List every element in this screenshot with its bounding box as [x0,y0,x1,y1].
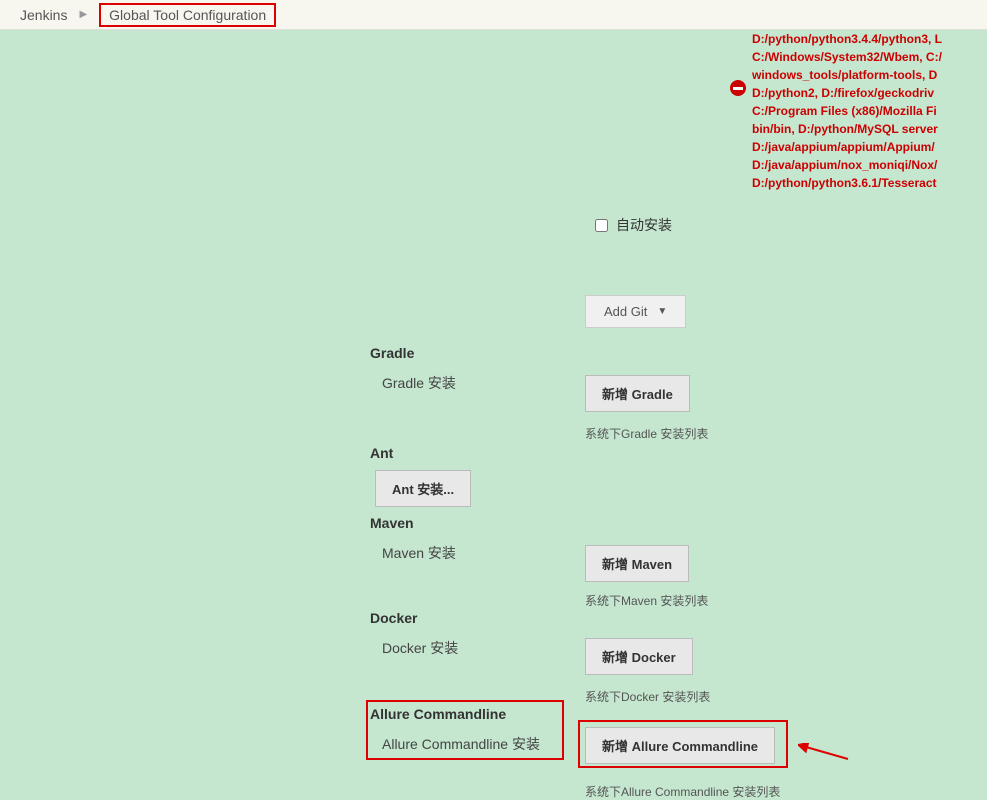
add-maven-button[interactable]: 新增 Maven [585,545,689,582]
docker-desc: 系统下Docker 安装列表 [585,688,710,705]
gradle-btn-row: 新增 Gradle [585,375,690,412]
maven-title: Maven [370,515,456,531]
add-git-button[interactable]: Add Git ▼ [585,295,686,328]
annotation-arrow-icon [798,743,853,766]
annotation-box-allure-title [366,700,564,760]
breadcrumb-current[interactable]: Global Tool Configuration [109,7,266,23]
docker-sub: Docker 安装 [370,638,458,658]
error-content: D:/python/python3.4.4/python3, L C:/Wind… [752,32,942,190]
gradle-desc: 系统下Gradle 安装列表 [585,425,708,442]
auto-install-label: 自动安装 [616,215,672,235]
allure-desc: 系统下Allure Commandline 安装列表 [585,783,780,800]
docker-title: Docker [370,610,458,626]
path-error-text: D:/python/python3.4.4/python3, L C:/Wind… [752,30,987,192]
breadcrumb-current-highlight: Global Tool Configuration [99,3,276,27]
auto-install-checkbox[interactable] [595,219,608,232]
breadcrumb-home[interactable]: Jenkins [20,7,67,23]
annotation-box-allure-button [578,720,788,768]
add-git-label: Add Git [604,304,647,319]
docker-section: Docker Docker 安装 [370,610,458,658]
ant-title: Ant [370,445,393,461]
gradle-title: Gradle [370,345,456,361]
maven-section: Maven Maven 安装 [370,515,456,563]
docker-btn-row: 新增 Docker [585,638,693,675]
breadcrumb-separator-icon: ▶ [79,9,87,20]
error-icon [730,80,746,96]
maven-sub: Maven 安装 [370,543,456,563]
add-docker-button[interactable]: 新增 Docker [585,638,693,675]
ant-section: Ant [370,445,393,473]
ant-btn-row: Ant 安装... [375,470,471,507]
breadcrumb: Jenkins ▶ Global Tool Configuration [0,0,987,30]
maven-btn-row: 新增 Maven [585,545,689,582]
maven-desc: 系统下Maven 安装列表 [585,592,708,609]
gradle-sub: Gradle 安装 [370,373,456,393]
gradle-section: Gradle Gradle 安装 [370,345,456,393]
ant-install-button[interactable]: Ant 安装... [375,470,471,507]
add-git-row: Add Git ▼ [585,295,686,328]
caret-down-icon: ▼ [657,306,667,317]
auto-install-row: 自动安装 [595,215,672,235]
add-gradle-button[interactable]: 新增 Gradle [585,375,690,412]
